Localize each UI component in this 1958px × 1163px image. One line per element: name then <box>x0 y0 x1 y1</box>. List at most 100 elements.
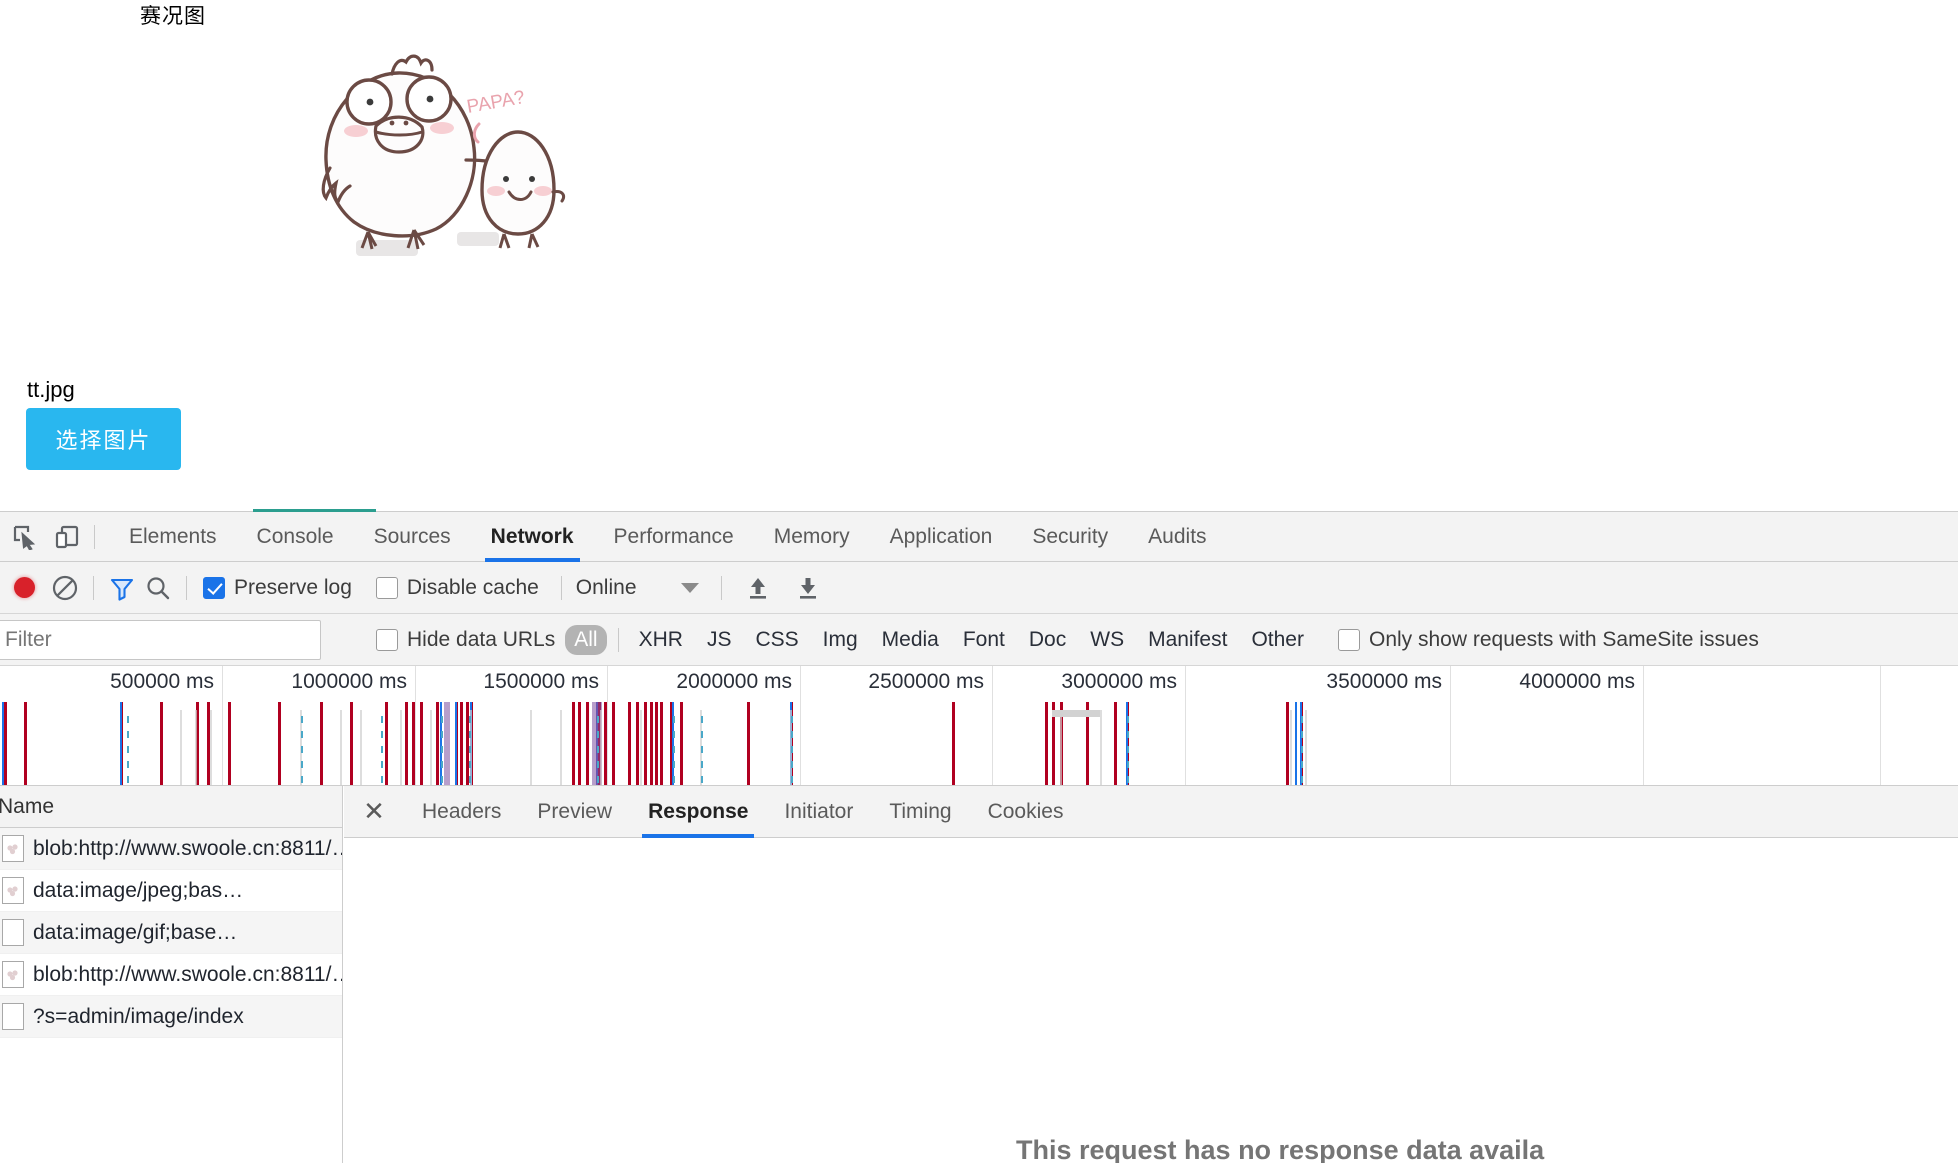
timeline-event-marker-faint <box>180 710 182 785</box>
tab-application[interactable]: Application <box>870 512 1013 562</box>
tab-memory[interactable]: Memory <box>754 512 870 562</box>
request-list[interactable]: Name blob:http://www.swoole.cn:8811/… dat… <box>0 786 343 1163</box>
detail-tab-headers[interactable]: Headers <box>404 786 519 838</box>
detail-tab-preview[interactable]: Preview <box>519 786 630 838</box>
timeline-event-marker-cyan <box>701 746 703 753</box>
timeline-event-marker <box>350 702 353 785</box>
timeline-event-marker-cyan <box>127 761 129 768</box>
timeline-event-marker-cyan <box>301 731 303 738</box>
timeline-event-marker-cyan <box>1127 716 1129 723</box>
preserve-log-checkbox[interactable]: Preserve log <box>203 576 352 600</box>
request-thumbnail-icon <box>2 961 24 988</box>
record-button[interactable] <box>14 577 35 598</box>
hide-data-urls-box[interactable] <box>376 628 398 651</box>
choose-image-button[interactable]: 选择图片 <box>26 408 181 470</box>
request-row[interactable]: blob:http://www.swoole.cn:8811/… <box>0 828 342 870</box>
preserve-log-box[interactable] <box>203 576 225 599</box>
timeline-event-marker <box>1286 702 1289 785</box>
samesite-issues-checkbox[interactable]: Only show requests with SameSite issues <box>1337 628 1759 652</box>
filter-input[interactable] <box>0 619 321 660</box>
timeline-event-marker-cyan <box>381 731 383 738</box>
timeline-event-marker-cyan <box>597 776 599 783</box>
devtools-tabbar: Elements Console Sources Network Perform… <box>0 512 1958 562</box>
timeline-event-marker <box>586 702 589 785</box>
timeline-event-marker-cyan <box>673 746 675 753</box>
tab-security[interactable]: Security <box>1012 512 1128 562</box>
close-icon[interactable]: ✕ <box>356 794 392 830</box>
timeline-event-marker-faint <box>340 710 342 785</box>
clear-icon[interactable] <box>47 570 83 606</box>
request-name: data:image/jpeg;bas… <box>33 878 244 902</box>
timeline-event-marker-cyan <box>127 776 129 783</box>
timeline-tick-label: 1500000 ms <box>483 670 599 693</box>
timeline-event-marker-faint <box>1290 710 1292 785</box>
tab-console[interactable]: Console <box>237 512 354 562</box>
timeline-event-marker-faint <box>1100 710 1102 785</box>
tab-performance[interactable]: Performance <box>594 512 754 562</box>
request-detail-body: This request has no response data availa <box>344 839 1958 1163</box>
timeline-event-marker-cyan <box>1127 746 1129 753</box>
timeline-event-marker-cyan <box>1301 776 1303 783</box>
timeline-event-marker <box>628 702 631 785</box>
filter-type-other[interactable]: Other <box>1242 625 1313 655</box>
timeline-event-marker <box>680 702 683 785</box>
detail-tab-cookies[interactable]: Cookies <box>970 786 1082 838</box>
timeline-event-marker <box>278 702 281 785</box>
timeline-gridline <box>1450 666 1451 785</box>
filter-type-manifest[interactable]: Manifest <box>1139 625 1236 655</box>
filter-type-font[interactable]: Font <box>954 625 1014 655</box>
device-toolbar-icon[interactable] <box>50 520 84 554</box>
detail-tab-initiator[interactable]: Initiator <box>766 786 871 838</box>
timeline-event-marker <box>228 702 231 785</box>
timeline-event-marker <box>644 702 647 785</box>
request-list-header[interactable]: Name <box>0 786 342 828</box>
filter-type-js[interactable]: JS <box>698 625 741 655</box>
disable-cache-checkbox[interactable]: Disable cache <box>375 576 539 600</box>
timeline-event-marker <box>385 702 388 785</box>
timeline-gridline <box>222 666 223 785</box>
timeline-event-marker <box>660 702 663 785</box>
filter-type-doc[interactable]: Doc <box>1020 625 1075 655</box>
timeline-event-marker-cyan <box>469 731 471 738</box>
filter-type-xhr[interactable]: XHR <box>630 625 692 655</box>
timeline-event-marker <box>460 702 463 785</box>
tab-sources[interactable]: Sources <box>354 512 471 562</box>
export-har-icon[interactable] <box>790 570 826 606</box>
throttling-dropdown[interactable]: Online <box>576 576 699 600</box>
tab-network[interactable]: Network <box>471 512 594 562</box>
timeline-event-marker-cyan <box>701 776 703 783</box>
inspect-element-icon[interactable] <box>8 520 42 554</box>
filter-type-media[interactable]: Media <box>873 625 948 655</box>
network-overview-timeline[interactable]: 500000 ms 1000000 ms 1500000 ms 2000000 ms 2… <box>0 666 1958 786</box>
filter-type-ws[interactable]: WS <box>1081 625 1133 655</box>
timeline-event-marker-cyan <box>381 716 383 723</box>
timeline-event-marker <box>405 702 408 785</box>
request-row[interactable]: ?s=admin/image/index <box>0 996 342 1038</box>
toolbar-divider-3 <box>186 575 187 600</box>
tab-elements[interactable]: Elements <box>109 512 237 562</box>
disable-cache-box[interactable] <box>375 576 398 599</box>
hide-data-urls-checkbox[interactable]: Hide data URLs <box>376 628 555 652</box>
search-icon[interactable] <box>140 570 176 606</box>
detail-tab-timing[interactable]: Timing <box>871 786 969 838</box>
samesite-issues-box[interactable] <box>1337 628 1360 651</box>
filter-type-all[interactable]: All <box>565 624 607 655</box>
timeline-event-marker <box>466 702 469 785</box>
request-row[interactable]: data:image/jpeg;bas… <box>0 870 342 912</box>
filter-type-img[interactable]: Img <box>814 625 867 655</box>
timeline-event-marker <box>1295 702 1297 785</box>
timeline-event-marker-cyan <box>791 746 793 753</box>
import-har-icon[interactable] <box>740 570 776 606</box>
tab-audits[interactable]: Audits <box>1128 512 1226 562</box>
request-row[interactable]: blob:http://www.swoole.cn:8811/… <box>0 954 342 996</box>
timeline-event-marker-cyan <box>469 776 471 783</box>
filter-icon[interactable] <box>104 570 140 606</box>
detail-tab-response[interactable]: Response <box>630 786 766 838</box>
timeline-gridline <box>800 666 801 785</box>
page-title: 赛况图 <box>140 5 206 28</box>
filter-type-css[interactable]: CSS <box>746 625 807 655</box>
timeline-event-marker-cyan <box>381 761 383 768</box>
timeline-event-marker-cyan <box>791 731 793 738</box>
timeline-gridline <box>415 666 416 785</box>
request-row[interactable]: data:image/gif;base… <box>0 912 342 954</box>
